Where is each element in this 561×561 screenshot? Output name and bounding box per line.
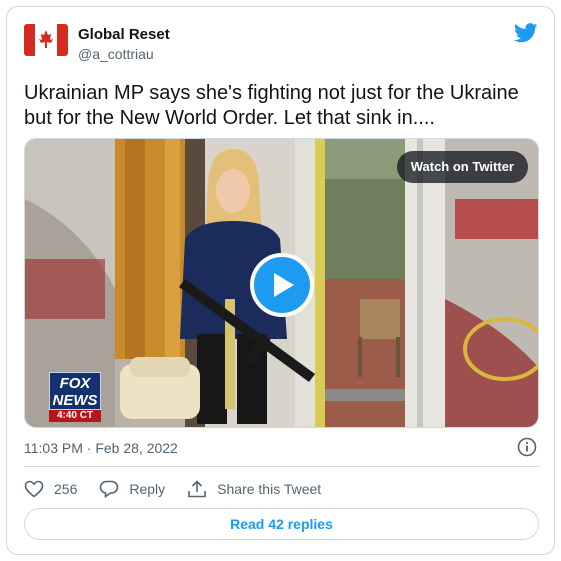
play-button[interactable] (250, 253, 314, 317)
like-button[interactable]: 256 (24, 480, 77, 498)
fox-news-logo: FOX NEWS 4:40 CT (49, 372, 101, 422)
share-button[interactable]: Share this Tweet (187, 480, 321, 498)
display-name[interactable]: Global Reset (78, 26, 170, 43)
canada-flag-icon (24, 24, 68, 56)
reply-label: Reply (129, 481, 166, 497)
avatar[interactable] (24, 24, 68, 56)
tweet-timestamp[interactable]: 11:03 PM · Feb 28, 2022 (24, 440, 178, 456)
share-icon (188, 480, 206, 498)
twitter-bird-icon[interactable] (513, 23, 538, 43)
divider (24, 466, 539, 467)
fox-news-line2: NEWS (52, 392, 98, 409)
info-icon[interactable] (517, 437, 537, 457)
tweet-card: Global Reset @a_cottriau Ukrainian MP sa… (6, 6, 555, 555)
reply-bubble-icon (100, 480, 119, 498)
handle[interactable]: @a_cottriau (78, 46, 154, 62)
watch-on-twitter-button[interactable]: Watch on Twitter (396, 151, 528, 183)
play-icon (274, 273, 294, 297)
like-count: 256 (54, 481, 78, 497)
video-player[interactable]: Watch on Twitter FOX NEWS 4:40 CT (24, 138, 539, 428)
heart-icon (24, 480, 44, 498)
tweet-text: Ukrainian MP says she's fighting not jus… (24, 82, 519, 129)
fox-news-time: 4:40 CT (49, 410, 101, 422)
action-bar: 256 Reply Share this Tweet (24, 478, 343, 500)
share-label: Share this Tweet (217, 481, 322, 497)
fox-news-line1: FOX (59, 375, 91, 392)
fox-news-box: FOX NEWS (49, 372, 101, 410)
read-replies-button[interactable]: Read 42 replies (24, 508, 539, 540)
reply-button[interactable]: Reply (99, 480, 165, 498)
